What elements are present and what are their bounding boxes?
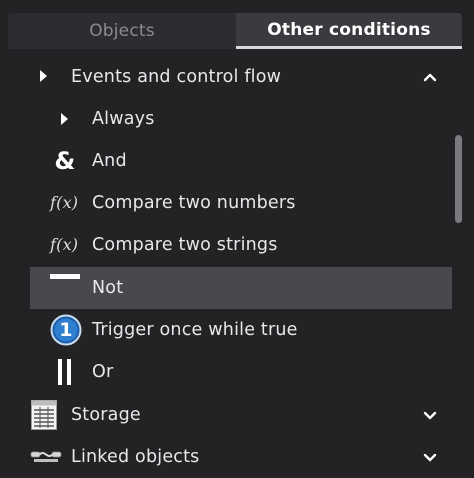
list-item-and[interactable]: & And: [0, 140, 452, 182]
storage-icon: [31, 400, 57, 430]
list-item-compare-two-strings[interactable]: f(x) Compare two strings: [0, 224, 452, 266]
chevron-up-icon[interactable]: [422, 69, 438, 85]
function-icon: f(x): [50, 235, 79, 254]
function-icon: f(x): [50, 193, 79, 212]
expand-triangle-icon: [40, 70, 47, 82]
list-item-label: Always: [92, 109, 155, 129]
chevron-down-icon[interactable]: [422, 407, 438, 423]
list-item-label: Compare two numbers: [92, 193, 296, 213]
condition-tabs: Objects Other conditions: [8, 13, 462, 49]
group-label: Events and control flow: [71, 67, 282, 87]
list-item-trigger-once-while-true[interactable]: 1 Trigger once while true: [0, 309, 452, 351]
number-one-glyph: 1: [59, 319, 73, 341]
list-item-compare-two-numbers[interactable]: f(x) Compare two numbers: [0, 182, 452, 224]
tab-objects[interactable]: Objects: [8, 13, 236, 49]
group-label: Linked objects: [71, 447, 200, 467]
group-events-and-control-flow[interactable]: Events and control flow: [0, 56, 452, 98]
not-bar-icon: [50, 274, 80, 279]
ampersand-icon: &: [54, 147, 76, 175]
chevron-down-icon[interactable]: [422, 449, 438, 465]
tab-other-conditions[interactable]: Other conditions: [236, 13, 462, 49]
list-item-not[interactable]: Not: [30, 267, 452, 309]
list-item-label: And: [92, 151, 127, 171]
list-item-or[interactable]: Or: [0, 351, 452, 393]
list-item-always[interactable]: Always: [0, 98, 452, 140]
scrollbar-thumb[interactable]: [455, 135, 462, 223]
list-item-label: Trigger once while true: [92, 320, 298, 340]
play-triangle-icon: [61, 113, 68, 125]
group-storage[interactable]: Storage: [0, 394, 452, 436]
list-item-label: Compare two strings: [92, 235, 278, 255]
list-item-label: Not: [92, 278, 124, 298]
linked-objects-icon: [30, 451, 62, 462]
list-item-label: Or: [92, 362, 114, 382]
group-linked-objects[interactable]: Linked objects: [0, 436, 452, 478]
or-bars-icon: [58, 359, 71, 385]
group-label: Storage: [71, 405, 141, 425]
